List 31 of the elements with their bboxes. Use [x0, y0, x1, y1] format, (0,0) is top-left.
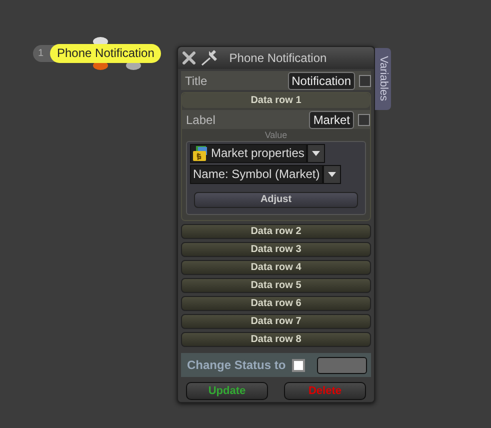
section-header[interactable]: Data row 4: [181, 260, 371, 275]
text-field[interactable]: Market: [309, 110, 354, 128]
checkbox[interactable]: [292, 358, 305, 372]
node-label[interactable]: Phone Notification: [50, 44, 162, 63]
section-header[interactable]: Data row 6: [181, 296, 371, 311]
section-header[interactable]: Data row 2: [181, 224, 371, 239]
status-field[interactable]: [316, 356, 367, 374]
dropdown-button[interactable]: [307, 144, 326, 163]
section-header[interactable]: Data row 3: [181, 242, 371, 257]
field-caption: Value: [264, 131, 288, 140]
variables-tab[interactable]: Variables: [375, 48, 391, 110]
field-label: Title: [185, 72, 208, 90]
section-header[interactable]: Data row 1: [182, 93, 370, 108]
section-header[interactable]: Data row 8: [181, 332, 371, 347]
panel-title: Phone Notification: [228, 50, 328, 67]
dropdown-button[interactable]: [322, 165, 341, 184]
section-header[interactable]: Data row 7: [181, 314, 371, 329]
text-field[interactable]: Notification: [288, 72, 355, 90]
update-button[interactable]: Update: [186, 382, 268, 400]
adjust-button[interactable]: Adjust: [194, 192, 358, 208]
dropdown-value: Market properties: [211, 145, 304, 162]
caret-icon: [328, 172, 336, 177]
checkbox[interactable]: [359, 74, 371, 86]
checkbox[interactable]: [358, 114, 370, 126]
dropdown[interactable]: Market properties: [190, 144, 308, 163]
close-icon[interactable]: [182, 51, 196, 65]
caret-icon: [312, 151, 320, 156]
field-label: Label: [186, 112, 216, 128]
status-label: Change Status to: [187, 357, 286, 374]
dropdown[interactable]: Name: Symbol (Market): [190, 165, 323, 184]
section-header[interactable]: Data row 5: [181, 278, 371, 293]
